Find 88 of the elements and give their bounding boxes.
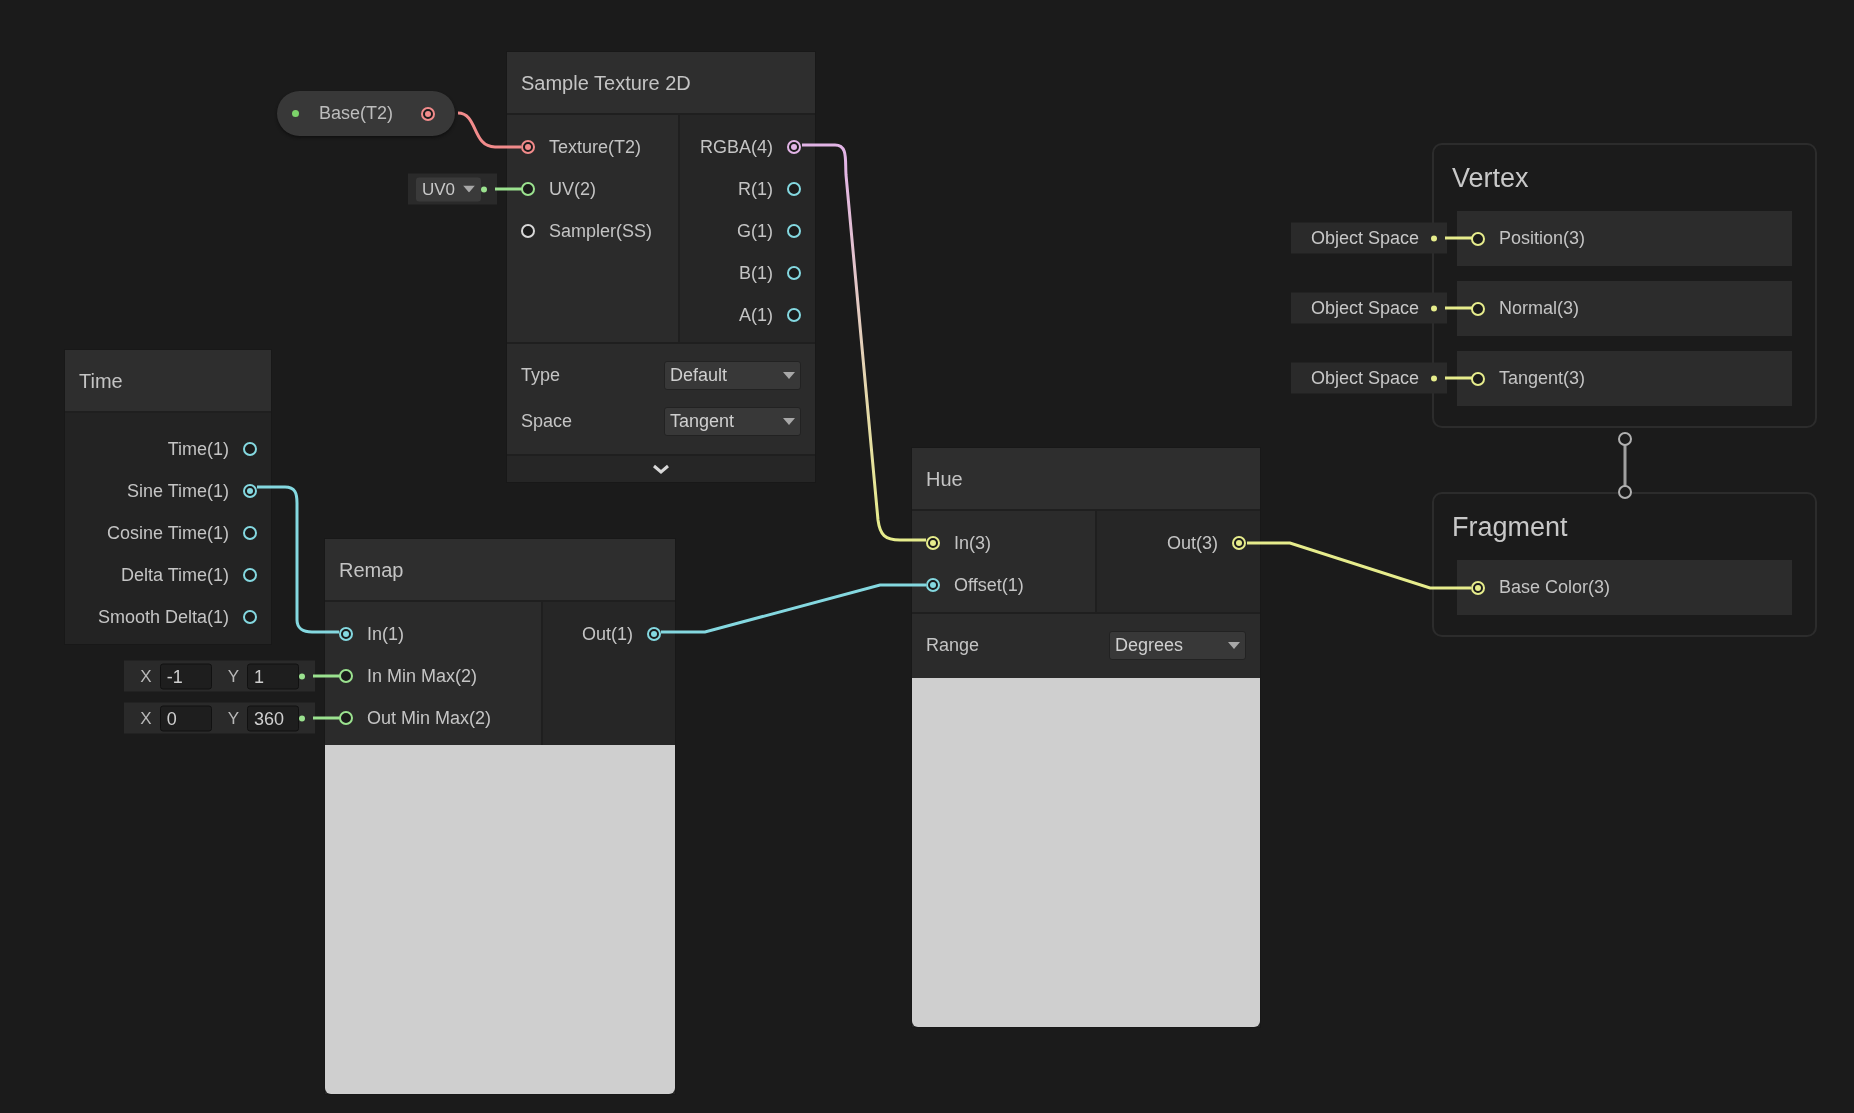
port-label: B(1)	[739, 261, 773, 285]
port-icon[interactable]	[243, 568, 257, 582]
port-label: Out Min Max(2)	[367, 706, 492, 730]
block-label: Tangent(3)	[1499, 367, 1586, 390]
port-icon[interactable]	[926, 578, 940, 592]
graph-node[interactable]: Time Time(1) Sine Time(1) Cosine Time(1) Delta Time(1) Smooth Delta(1)	[65, 350, 271, 644]
port-label: Delta Time(1)	[120, 563, 229, 587]
wire	[1445, 306, 1473, 310]
port-icon[interactable]	[339, 627, 353, 641]
port-icon[interactable]	[339, 711, 353, 725]
graph-node[interactable]: Hue In(3) Offset(1) Out(3) Range Degrees	[912, 448, 1260, 1027]
port-label: Time(1)	[167, 437, 229, 461]
port-label: In(1)	[367, 622, 404, 646]
property-label: Base(T2)	[319, 102, 395, 125]
node-title: Time	[79, 368, 123, 394]
wire	[313, 716, 341, 720]
caret-icon	[463, 185, 475, 193]
caret-icon	[1228, 641, 1240, 649]
wire	[313, 674, 341, 678]
port-icon[interactable]	[521, 224, 535, 238]
port-icon[interactable]	[521, 182, 535, 196]
axis-label: X	[139, 665, 152, 688]
property-node[interactable]: Base(T2)	[277, 91, 455, 136]
port-icon[interactable]	[521, 140, 535, 154]
number-field[interactable]: 1	[247, 663, 299, 689]
chevron-down-icon[interactable]	[652, 464, 670, 474]
space-label: Object Space	[1309, 366, 1420, 390]
block-slot[interactable]: Position(3)	[1457, 211, 1792, 266]
port-label: Sine Time(1)	[126, 479, 229, 503]
number-field[interactable]: 0	[159, 705, 212, 731]
graph-node[interactable]: Sample Texture 2D Texture(T2) UV(2) Sampler(SS) RGBA(4) R(1) G(1) B(1) A(1) Type Default Space Tangent	[507, 52, 815, 482]
port-label: Smooth Delta(1)	[97, 605, 229, 629]
setting-dropdown[interactable]: Degrees	[1109, 630, 1246, 660]
graph-node[interactable]: Remap In(1) In Min Max(2) Out Min Max(2) Out(1)	[325, 539, 675, 1094]
block-slot[interactable]: Tangent(3)	[1457, 351, 1792, 406]
port-icon[interactable]	[787, 266, 801, 280]
block-slot[interactable]: Normal(3)	[1457, 281, 1792, 336]
wire	[495, 187, 523, 191]
port-icon[interactable]	[339, 669, 353, 683]
node-title: Remap	[339, 557, 404, 583]
number-field[interactable]: -1	[159, 663, 212, 689]
port-label: Cosine Time(1)	[106, 521, 229, 545]
port-icon[interactable]	[243, 484, 257, 498]
node-title: Hue	[926, 466, 963, 492]
port-label: Offset(1)	[954, 573, 1024, 597]
port-label: In(3)	[954, 531, 991, 555]
block-label: Position(3)	[1499, 227, 1586, 250]
axis-label: Y	[226, 665, 239, 688]
setting-label: Space	[521, 409, 573, 433]
port-label: Texture(T2)	[549, 135, 642, 159]
port-icon[interactable]	[243, 442, 257, 456]
port-icon[interactable]	[787, 308, 801, 322]
port-icon[interactable]	[243, 610, 257, 624]
setting-dropdown[interactable]: Tangent	[664, 406, 801, 436]
block-label: Base Color(3)	[1499, 576, 1611, 599]
port-icon[interactable]	[421, 106, 435, 121]
port-label: A(1)	[739, 303, 773, 327]
port-icon[interactable]	[787, 224, 801, 238]
axis-label: Y	[226, 707, 239, 730]
axis-label: X	[139, 707, 152, 730]
wire	[1445, 236, 1473, 240]
context-title: Fragment	[1452, 510, 1568, 544]
number-field[interactable]: 360	[247, 705, 299, 731]
port-icon[interactable]	[787, 182, 801, 196]
port-label: RGBA(4)	[700, 135, 773, 159]
node-title: Sample Texture 2D	[521, 70, 691, 96]
port-icon[interactable]	[243, 526, 257, 540]
block-slot[interactable]: Base Color(3)	[1457, 560, 1792, 615]
block-label: Normal(3)	[1499, 297, 1579, 320]
setting-dropdown[interactable]: Default	[664, 360, 801, 390]
setting-label: Range	[926, 633, 980, 657]
setting-label: Type	[521, 363, 561, 387]
port-label: G(1)	[737, 219, 773, 243]
port-label: In Min Max(2)	[367, 664, 478, 688]
port-icon[interactable]	[787, 140, 801, 154]
caret-icon	[783, 371, 795, 379]
uv-dropdown[interactable]: UV0	[415, 177, 481, 201]
port-label: Out(1)	[582, 622, 633, 646]
space-label: Object Space	[1309, 226, 1420, 250]
port-label: UV(2)	[549, 177, 596, 201]
context-title: Vertex	[1452, 161, 1529, 195]
port-label: Out(3)	[1167, 531, 1218, 555]
port-label: R(1)	[738, 177, 773, 201]
port-label: Sampler(SS)	[549, 219, 653, 243]
port-icon[interactable]	[647, 627, 661, 641]
caret-icon	[783, 417, 795, 425]
wire	[1445, 376, 1473, 380]
space-label: Object Space	[1309, 296, 1420, 320]
